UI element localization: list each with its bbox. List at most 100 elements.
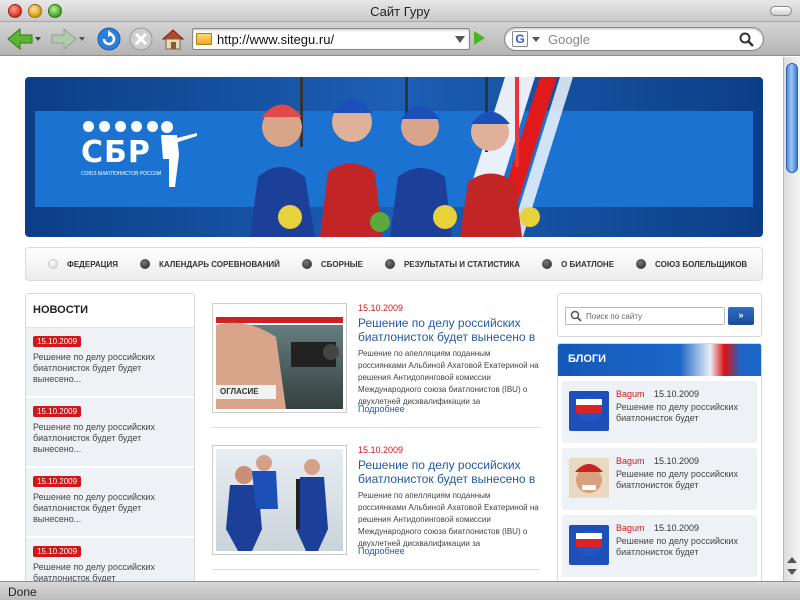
address-bar[interactable]: http://www.sitegu.ru/ [192,28,470,50]
nav-item-calendar[interactable]: Календарь соревнований [139,259,280,269]
scroll-up-arrow-icon[interactable] [787,557,797,563]
news-date-badge: 15.10.2009 [33,336,82,347]
article-date: 15.10.2009 [358,303,404,313]
article-thumbnail[interactable] [212,445,347,555]
forward-arrow-icon [51,27,85,51]
nav-bullet-icon [48,259,58,269]
browser-toolbar: http://www.sitegu.ru/ G Google [0,22,800,56]
article-thumbnail[interactable]: ОГЛАСИЕ [212,303,347,413]
avatar[interactable] [569,391,609,431]
blogs-heading: БЛОГИ [568,353,607,365]
nav-item-results[interactable]: Результаты и статистика [384,259,521,269]
news-item[interactable]: 15.10.2009 Решение по делу российских би… [26,398,194,468]
blog-author-link[interactable]: Bagum [616,389,645,399]
toolbar-toggle-button[interactable] [770,6,792,16]
nav-item-label: Федерация [67,259,118,269]
blog-item[interactable]: Bagum 15.10.2009 Решение по делу российс… [562,515,757,577]
site-search-input[interactable]: Поиск по сайту [565,307,725,325]
blogs-header: БЛОГИ [558,344,761,376]
article-card: ОГЛАСИЕ 15.10.2009 Решение по делу росси… [212,303,540,428]
news-text[interactable]: Решение по делу российских биатлонисток … [33,562,187,581]
article-title-link[interactable]: Решение по делу российских биатлонисток … [358,316,540,344]
news-text[interactable]: Решение по делу российских биатлонисток … [33,352,187,385]
browser-search-box[interactable]: G Google [504,27,764,51]
nav-item-federation[interactable]: Федерация [48,259,118,269]
nav-bullet-icon [139,259,150,269]
reload-button[interactable] [96,26,122,52]
reload-icon [97,27,121,51]
window-title: Сайт Гуру [370,4,430,19]
blog-author-link[interactable]: Bagum [616,523,645,533]
biathlete-silhouette-icon [161,121,197,187]
blog-author-link[interactable]: Bagum [616,456,645,466]
news-text[interactable]: Решение по делу российских биатлонисток … [33,422,187,455]
search-engine-dropdown-icon[interactable] [532,36,540,42]
article-title-link[interactable]: Решение по делу российских биатлонисток … [358,458,540,486]
browser-search-placeholder: Google [548,31,590,47]
blog-date: 15.10.2009 [654,523,700,533]
fan-avatar-image [569,391,609,431]
site-banner: СБР союз биатлонистов россии [25,77,763,237]
nav-item-about[interactable]: О биатлоне [542,259,614,269]
athlete-avatar-image [569,458,609,498]
news-date-badge: 15.10.2009 [33,546,82,557]
url-text: http://www.sitegu.ru/ [217,31,335,47]
article-card: 15.10.2009 Решение по делу российских би… [212,445,540,570]
blog-text[interactable]: Решение по делу российских биатлонисток … [616,536,751,558]
blogs-panel: БЛОГИ Bagum 15.10.2009 Решение по делу р… [557,343,762,581]
avatar[interactable] [569,525,609,565]
search-icon[interactable] [739,32,755,48]
window-titlebar: Сайт Гуру [0,0,800,22]
search-icon [570,310,582,322]
article-summary: Решение по апелляциям поданным россиянка… [358,491,539,548]
avatar[interactable] [569,458,609,498]
back-button[interactable] [6,26,42,52]
news-sidebar: НОВОСТИ 15.10.2009 Решение по делу росси… [25,293,195,581]
nav-item-fans[interactable]: Союз болельщиков [636,259,747,269]
news-item[interactable]: 15.10.2009 Решение по делу российских би… [26,468,194,538]
read-more-link[interactable]: Подробнее [358,546,405,556]
news-heading: НОВОСТИ [26,294,194,328]
blog-item[interactable]: Bagum 15.10.2009 Решение по делу российс… [562,448,757,510]
article-date: 15.10.2009 [358,445,404,455]
nav-bullet-icon [542,259,553,269]
read-more-link[interactable]: Подробнее [358,404,405,414]
back-arrow-icon [7,27,41,51]
scroll-down-arrow-icon[interactable] [787,569,797,575]
history-dropdown-icon[interactable] [455,36,465,43]
search-engine-icon[interactable]: G [512,31,528,47]
fan-avatar-image [569,525,609,565]
news-date-badge: 15.10.2009 [33,476,82,487]
nav-bullet-icon [636,259,647,269]
news-item[interactable]: 15.10.2009 Решение по делу российских би… [26,328,194,398]
folder-icon [196,33,212,45]
home-button[interactable] [160,26,186,52]
stop-button[interactable] [128,26,154,52]
forward-button[interactable] [50,26,86,52]
nav-item-label: Результаты и статистика [403,259,521,269]
article-photo: ОГЛАСИЕ [216,307,343,409]
site-search-button[interactable]: » [728,307,754,325]
blog-text[interactable]: Решение по делу российских биатлонисток … [616,402,751,424]
article-photo-illustration [226,455,328,551]
federation-logo[interactable]: СБР союз биатлонистов россии [81,121,201,201]
main-navigation: Федерация Календарь соревнований Сборные… [25,247,763,281]
site-search-panel: Поиск по сайту » [557,293,762,337]
status-bar: Done [0,581,800,600]
blog-item[interactable]: Bagum 15.10.2009 Решение по делу российс… [562,381,757,443]
athletes-photo [230,77,590,237]
stop-icon [129,27,153,51]
vertical-scrollbar[interactable] [783,57,800,581]
thumb-caption: ОГЛАСИЕ [220,387,259,396]
go-button[interactable] [474,31,485,45]
news-text[interactable]: Решение по делу российских биатлонисток … [33,492,187,525]
article-photo [216,449,343,551]
article-summary: Решение по апелляциям поданным россиянка… [358,349,539,406]
news-item[interactable]: 15.10.2009 Решение по делу российских би… [26,538,194,581]
home-icon [161,29,185,50]
nav-bullet-icon [301,259,312,269]
scrollbar-thumb[interactable] [786,63,798,173]
blog-text[interactable]: Решение по делу российских биатлонисток … [616,469,751,491]
nav-item-label: Союз болельщиков [655,259,748,269]
nav-item-teams[interactable]: Сборные [301,259,363,269]
